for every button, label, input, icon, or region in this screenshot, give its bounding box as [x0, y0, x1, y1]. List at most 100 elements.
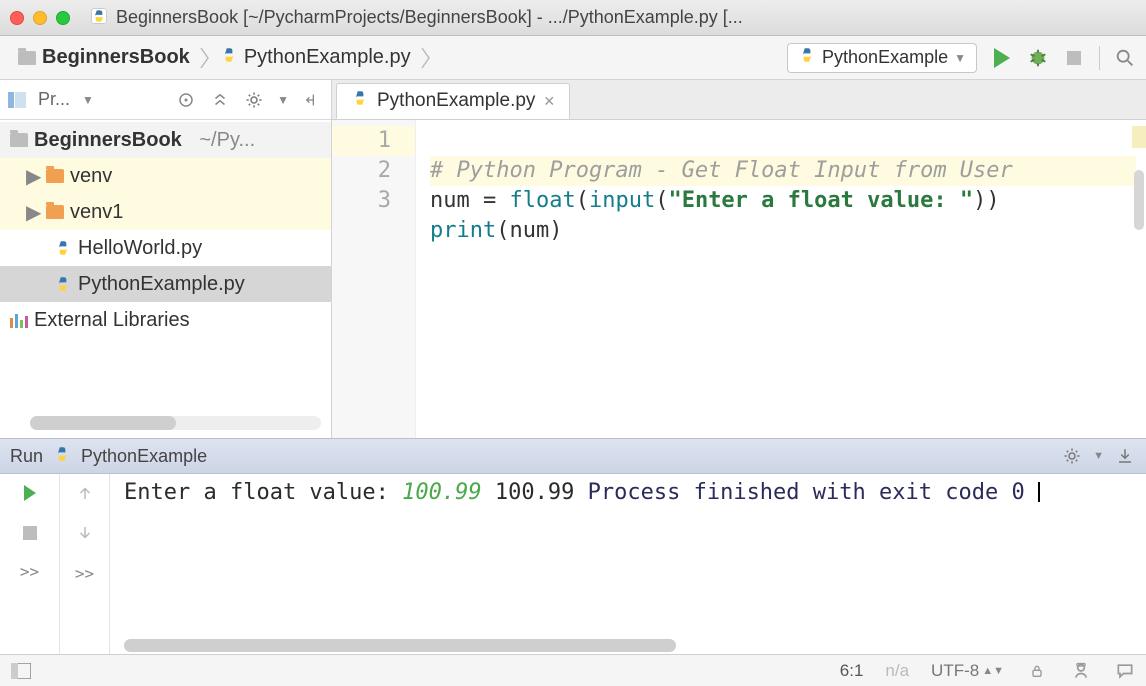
- console-output[interactable]: Enter a float value: 100.99 100.99 Proce…: [110, 474, 1146, 654]
- gear-icon[interactable]: [1061, 445, 1083, 467]
- gear-icon[interactable]: [243, 89, 265, 111]
- run-config-label: PythonExample: [822, 47, 948, 68]
- window-title: BeginnersBook [~/PycharmProjects/Beginne…: [116, 7, 743, 28]
- python-file-icon: [54, 275, 72, 293]
- root-path: ~/Py...: [199, 129, 255, 152]
- tree-item-label: venv1: [70, 201, 123, 224]
- tree-item-pythonexample[interactable]: PythonExample.py: [0, 266, 331, 302]
- chevron-down-icon: ▼: [82, 93, 94, 107]
- root-name: BeginnersBook: [34, 129, 182, 152]
- console-user-input: 100.99: [402, 480, 481, 505]
- expand-icon[interactable]: ▶: [26, 164, 40, 189]
- inspection-marker: [1132, 126, 1146, 148]
- project-toolbar: Pr... ▼ ▼: [0, 80, 331, 120]
- python-file-icon: [220, 46, 238, 70]
- code-builtin: print: [430, 218, 496, 243]
- run-configuration-selector[interactable]: PythonExample ▼: [787, 43, 977, 73]
- line-number: 3: [332, 186, 391, 216]
- down-icon[interactable]: [76, 524, 94, 546]
- python-icon: [798, 46, 816, 69]
- download-icon[interactable]: [1114, 445, 1136, 467]
- tree-item-label: PythonExample.py: [78, 273, 245, 296]
- run-side-toolbar: >>: [0, 474, 60, 654]
- tree-item-label: venv: [70, 165, 112, 188]
- tree-item-label: HelloWorld.py: [78, 237, 202, 260]
- project-panel-title[interactable]: Pr...: [38, 89, 70, 110]
- run-button[interactable]: [991, 47, 1013, 69]
- project-tool-window: Pr... ▼ ▼ BeginnersBook ~/Py...: [0, 80, 332, 438]
- run-label: Run: [10, 446, 43, 467]
- close-tab-icon[interactable]: ✕: [543, 93, 555, 110]
- code-text: (: [655, 188, 668, 213]
- close-window-button[interactable]: [10, 11, 24, 25]
- console-caret: [1038, 482, 1040, 502]
- up-icon[interactable]: [76, 484, 94, 506]
- stop-button[interactable]: [1063, 47, 1085, 69]
- tool-windows-icon[interactable]: [10, 660, 32, 682]
- chevron-down-icon: ▼: [1093, 450, 1104, 462]
- encoding-label: UTF-8: [931, 661, 979, 681]
- code-text: num =: [430, 188, 509, 213]
- external-libraries-icon: [10, 312, 28, 328]
- run-side-toolbar-2: >>: [60, 474, 110, 654]
- minimize-window-button[interactable]: [33, 11, 47, 25]
- chevron-down-icon: ▼: [277, 93, 289, 107]
- more-icon[interactable]: >>: [20, 562, 39, 581]
- python-icon: [53, 445, 71, 468]
- caret-position[interactable]: 6:1: [840, 661, 864, 681]
- search-everywhere-button[interactable]: [1114, 47, 1136, 69]
- inspector-icon[interactable]: [1070, 660, 1092, 682]
- hide-icon[interactable]: [301, 89, 323, 111]
- more-icon[interactable]: >>: [75, 564, 94, 583]
- encoding-selector[interactable]: UTF-8 ▲▼: [931, 661, 1004, 681]
- console-output-line: 100.99: [495, 480, 574, 505]
- rerun-button[interactable]: [19, 482, 41, 504]
- tab-label: PythonExample.py: [377, 90, 535, 112]
- zoom-window-button[interactable]: [56, 11, 70, 25]
- editor-body[interactable]: 1 2 3 # Python Program - Get Float Input…: [332, 120, 1146, 438]
- code-comment: # Python Program - Get Float Input from …: [430, 158, 1013, 183]
- stop-button[interactable]: [19, 522, 41, 544]
- debug-button[interactable]: [1027, 47, 1049, 69]
- project-horizontal-scrollbar[interactable]: [30, 416, 321, 430]
- code-builtin: float: [509, 188, 575, 213]
- expand-icon[interactable]: ▶: [26, 200, 40, 225]
- editor-tabs: PythonExample.py ✕: [332, 80, 1146, 120]
- editor-tab-pythonexample[interactable]: PythonExample.py ✕: [336, 83, 570, 119]
- folder-icon: [18, 51, 36, 65]
- python-file-icon: [54, 239, 72, 257]
- project-tree[interactable]: BeginnersBook ~/Py... ▶ venv ▶ venv1 Hel…: [0, 120, 331, 410]
- locate-icon[interactable]: [175, 89, 197, 111]
- tree-item-helloworld[interactable]: HelloWorld.py: [0, 230, 331, 266]
- breadcrumb-project[interactable]: BeginnersBook: [10, 42, 198, 74]
- editor-scrollbar[interactable]: [1134, 170, 1144, 230]
- app-icon: [90, 7, 108, 29]
- folder-icon: [46, 205, 64, 219]
- run-tool-window: >> >> Enter a float value: 100.99 100.99…: [0, 474, 1146, 654]
- breadcrumb-file[interactable]: PythonExample.py: [212, 42, 419, 74]
- run-config-name: PythonExample: [81, 446, 207, 467]
- code-text: (num): [496, 218, 562, 243]
- tree-root[interactable]: BeginnersBook ~/Py...: [0, 122, 331, 158]
- breadcrumb-separator: [419, 44, 433, 72]
- code-area[interactable]: # Python Program - Get Float Input from …: [416, 120, 1146, 438]
- collapse-all-icon[interactable]: [209, 89, 231, 111]
- project-view-icon[interactable]: [8, 92, 26, 108]
- tree-item-venv1[interactable]: ▶ venv1: [0, 194, 331, 230]
- status-na: n/a: [885, 661, 909, 681]
- breadcrumb-project-label: BeginnersBook: [42, 46, 190, 69]
- breadcrumb-bar: BeginnersBook PythonExample.py PythonExa…: [0, 36, 1146, 80]
- python-file-icon: [351, 89, 369, 113]
- folder-icon: [10, 133, 28, 147]
- tree-item-venv[interactable]: ▶ venv: [0, 158, 331, 194]
- editor: PythonExample.py ✕ 1 2 3 # Python Progra…: [332, 80, 1146, 438]
- tree-external-libraries[interactable]: External Libraries: [0, 302, 331, 338]
- lock-icon[interactable]: [1026, 660, 1048, 682]
- gutter: 1 2 3: [332, 120, 416, 438]
- titlebar: BeginnersBook [~/PycharmProjects/Beginne…: [0, 0, 1146, 36]
- breadcrumb-separator: [198, 44, 212, 72]
- console-scrollbar[interactable]: [124, 639, 676, 652]
- code-string: "Enter a float value: ": [668, 188, 973, 213]
- feedback-icon[interactable]: [1114, 660, 1136, 682]
- folder-icon: [46, 169, 64, 183]
